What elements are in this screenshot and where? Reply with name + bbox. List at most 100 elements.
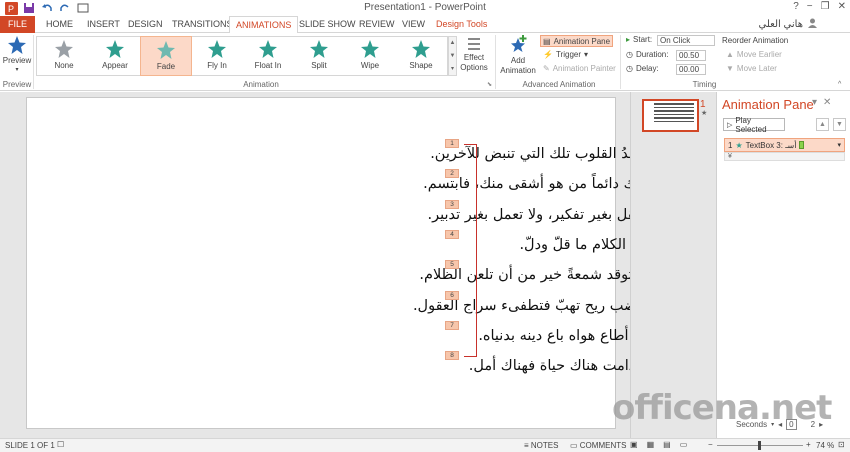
- trigger-label: Trigger: [555, 50, 582, 59]
- window-controls: ? − ❐ ✕: [793, 1, 846, 12]
- move-later-button[interactable]: ▼ Move Later: [726, 64, 777, 73]
- animation-order-tag[interactable]: 5: [445, 260, 459, 270]
- group-label-timing: Timing: [692, 80, 717, 89]
- animation-pane-label: Animation Pane: [553, 36, 611, 46]
- play-selected-button[interactable]: ▷ Play Selected: [723, 116, 785, 134]
- notes-button[interactable]: ≡ NOTES: [524, 441, 558, 450]
- animation-painter-button[interactable]: ✎ Animation Painter: [543, 64, 616, 73]
- gallery-scrollbar[interactable]: ▲ ▼ ▾: [448, 36, 457, 76]
- comments-label: COMMENTS: [579, 441, 627, 450]
- clock-icon: ◷: [626, 50, 633, 59]
- reorder-buttons: ▲ ▼: [816, 118, 846, 131]
- animation-effect-fly-in[interactable]: Fly In: [191, 36, 243, 76]
- slide-thumbnail-pane: [630, 92, 716, 438]
- slide-show-icon[interactable]: ▭: [680, 440, 688, 449]
- chevron-down-icon[interactable]: ▾: [837, 141, 841, 149]
- animation-effect-wipe[interactable]: Wipe: [344, 36, 396, 76]
- move-earlier-label: Move Earlier: [736, 50, 782, 59]
- animation-effect-float-in[interactable]: Float In: [242, 36, 294, 76]
- preview-label: Preview: [2, 56, 32, 65]
- animation-effect-split[interactable]: Split: [293, 36, 345, 76]
- collapse-ribbon-icon[interactable]: ^: [838, 81, 841, 88]
- slide-counter: SLIDE 1 OF 1: [5, 441, 55, 450]
- delay-input[interactable]: 00.00: [676, 64, 706, 75]
- slide-thumbnail[interactable]: [642, 99, 699, 132]
- tab-file[interactable]: FILE: [0, 16, 35, 33]
- add-animation-button[interactable]: Add Animation: [499, 35, 537, 75]
- zoom-out-button[interactable]: −: [708, 440, 713, 449]
- animation-effect-shape[interactable]: Shape: [395, 36, 447, 76]
- tab-design-tools[interactable]: Design Tools: [430, 16, 493, 33]
- animation-order-tag[interactable]: 6: [445, 290, 459, 300]
- thumbnail-animation-star-icon: ★: [701, 110, 708, 117]
- tab-insert[interactable]: INSERT: [81, 16, 126, 33]
- group-label-preview: Preview: [2, 80, 32, 89]
- preview-star-icon: [8, 36, 26, 54]
- start-label: Start:: [633, 35, 653, 44]
- animation-list-item[interactable]: 1 ★ TextBox 3: أسـ ▾: [724, 138, 845, 152]
- slide-sorter-icon[interactable]: ▦: [647, 440, 655, 449]
- animation-order-tag[interactable]: 2: [445, 169, 459, 179]
- textbox-selection-bracket[interactable]: [464, 144, 477, 357]
- move-up-button[interactable]: ▲: [816, 118, 829, 131]
- tab-home[interactable]: HOME: [40, 16, 79, 33]
- zoom-in-button[interactable]: +: [806, 440, 811, 449]
- arrow-down-icon: ▼: [726, 64, 734, 73]
- spelling-icon[interactable]: ☐: [57, 440, 64, 449]
- animation-order-tag[interactable]: 7: [445, 320, 459, 330]
- animation-star-icon: [361, 40, 379, 58]
- animation-effect-label: Shape: [409, 61, 433, 70]
- expand-contents-row[interactable]: ¥: [724, 152, 845, 161]
- slide-text-line[interactable]: ❖هناك دائماً من هو أشقى منك، فابتسم.: [423, 176, 665, 192]
- pane-options-icon[interactable]: ▾: [812, 97, 817, 108]
- animation-order-tag[interactable]: 3: [445, 199, 459, 209]
- animation-pane-icon: ▤: [543, 36, 551, 46]
- animation-effect-fade[interactable]: Fade: [140, 36, 192, 76]
- group-divider: [620, 35, 621, 89]
- effect-options-label-1: Effect: [463, 53, 485, 62]
- delay-label-row: ◷ Delay:: [626, 64, 659, 73]
- preview-button[interactable]: Preview ▾: [2, 35, 32, 73]
- animation-effect-appear[interactable]: Appear: [89, 36, 141, 76]
- animation-pane-button[interactable]: ▤ Animation Pane: [540, 35, 614, 47]
- add-animation-label-1: Add: [510, 56, 526, 65]
- start-dropdown[interactable]: On Click: [657, 35, 715, 46]
- close-icon[interactable]: ✕: [823, 97, 831, 108]
- tab-design[interactable]: DESIGN: [122, 16, 169, 33]
- animation-order-tag[interactable]: 4: [445, 229, 459, 239]
- move-earlier-button[interactable]: ▲ Move Earlier: [726, 50, 782, 59]
- user-account[interactable]: هاني العلي: [758, 17, 818, 31]
- close-button[interactable]: ✕: [838, 1, 846, 12]
- tab-animations[interactable]: ANIMATIONS: [229, 16, 299, 34]
- move-down-button[interactable]: ▼: [833, 118, 846, 131]
- clock-icon: ◷: [626, 64, 633, 73]
- animation-effect-label: Fly In: [207, 61, 227, 70]
- animation-effect-none[interactable]: None: [38, 36, 90, 76]
- zoom-level[interactable]: 74 %: [816, 441, 834, 450]
- fit-to-window-icon[interactable]: ⊡: [838, 440, 845, 449]
- effect-options-button[interactable]: Effect Options: [458, 36, 490, 72]
- minimize-button[interactable]: −: [807, 1, 813, 12]
- tab-transitions[interactable]: TRANSITIONS: [166, 16, 239, 33]
- animation-star-icon: [157, 41, 175, 59]
- animation-order-tag[interactable]: 1: [445, 139, 459, 148]
- slide-text-line[interactable]: ❖الغضب ريح تهبّ فتطفىء سراج العقول.: [413, 298, 665, 314]
- reading-view-icon[interactable]: ▤: [663, 440, 671, 449]
- group-label-advanced-animation: Advanced Animation: [522, 80, 596, 89]
- tab-review[interactable]: REVIEW: [353, 16, 401, 33]
- animation-order-tag[interactable]: 8: [445, 351, 459, 361]
- animation-effect-label: Fade: [156, 62, 176, 71]
- restore-button[interactable]: ❐: [821, 1, 830, 12]
- zoom-slider-thumb[interactable]: [758, 441, 761, 450]
- help-button[interactable]: ?: [793, 1, 799, 12]
- slide-text-line[interactable]: ❖أن توقد شمعةً خير من أن تلعن الظلام.: [419, 267, 665, 283]
- dialog-launcher-icon[interactable]: ⬊: [487, 81, 492, 88]
- duration-input[interactable]: 00.50: [676, 50, 706, 61]
- normal-view-icon[interactable]: ▣: [630, 440, 638, 449]
- tab-slide-show[interactable]: SLIDE SHOW: [293, 16, 362, 33]
- effect-options-icon: [468, 38, 480, 50]
- tab-view[interactable]: VIEW: [396, 16, 431, 33]
- trigger-button[interactable]: ⚡ Trigger ▾: [543, 50, 588, 59]
- comments-button[interactable]: ▭ COMMENTS: [570, 441, 626, 450]
- group-divider: [495, 35, 496, 89]
